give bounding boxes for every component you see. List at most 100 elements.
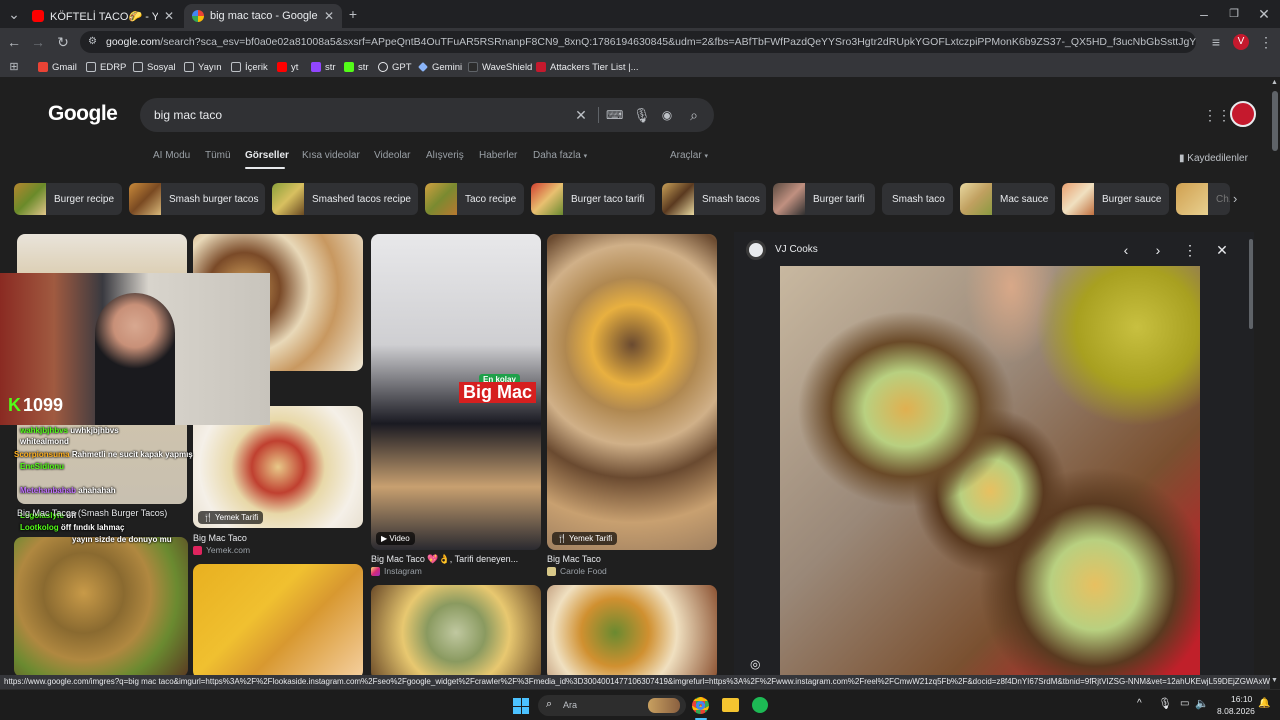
result-image-8[interactable] — [371, 585, 541, 675]
menu-kebab-icon[interactable]: ⋮ — [1258, 34, 1274, 50]
taskbar-search[interactable]: ⌕ Ara — [538, 695, 686, 716]
account-avatar[interactable] — [1230, 101, 1256, 127]
minimize-icon[interactable]: – — [1196, 6, 1212, 22]
lens-camera-icon[interactable]: ◉ — [659, 107, 675, 123]
result-image-4[interactable] — [547, 234, 717, 550]
result-title[interactable]: Big Mac Taco — [193, 533, 247, 543]
search-input[interactable]: big mac taco — [154, 108, 222, 122]
bookmark-icerik[interactable]: İçerik — [231, 60, 268, 74]
windows-start-icon[interactable] — [513, 698, 529, 714]
result-title[interactable]: Big Mac Taco — [547, 554, 601, 564]
microphone-tray-icon[interactable]: 🎙 — [1158, 697, 1172, 710]
profile-icon[interactable]: V — [1233, 34, 1249, 50]
scroll-thumb[interactable] — [1272, 91, 1278, 151]
preview-image[interactable] — [780, 266, 1200, 675]
result-source[interactable]: Carole Food — [547, 566, 607, 576]
search-icon[interactable]: ⌕ — [686, 107, 702, 123]
search-box[interactable]: big mac taco ✕ ⌨ 🎙 ◉ ⌕ — [140, 98, 714, 132]
chip-taco-recipe[interactable]: Taco recipe — [425, 183, 524, 215]
tab-all[interactable]: Tümü — [205, 150, 231, 161]
bookmark-str-kick[interactable]: str — [344, 60, 369, 74]
new-tab-icon[interactable]: + — [345, 6, 361, 22]
bookmark-sosyal[interactable]: Sosyal — [133, 60, 176, 74]
bookmark-gemini[interactable]: Gemini — [418, 60, 462, 74]
panel-site-name[interactable]: VJ Cooks — [775, 244, 818, 255]
more-options-icon[interactable]: ⋮ — [1182, 242, 1198, 259]
reload-icon[interactable]: ↻ — [55, 34, 71, 50]
chevron-right-icon[interactable]: › — [1233, 191, 1237, 206]
chip-more[interactable]: Ch... — [1176, 183, 1230, 215]
tab-google[interactable]: big mac taco - Google'da Ara ✕ — [184, 4, 342, 28]
tab-youtube[interactable]: KÖFTELİ TACO🌮 - YouTube ✕ — [24, 4, 182, 28]
site-info-icon[interactable]: ⚙ — [88, 31, 97, 53]
volume-icon[interactable]: 🔈 — [1195, 697, 1209, 710]
result-image-7[interactable] — [193, 564, 363, 675]
chip-smash-burger-tacos[interactable]: Smash burger tacos — [129, 183, 265, 215]
clock-date[interactable]: 8.08.2026 — [1217, 706, 1255, 716]
back-icon[interactable]: ← — [6, 34, 22, 50]
close-tab-icon[interactable]: ✕ — [324, 9, 334, 23]
tab-short-videos[interactable]: Kısa videolar — [302, 150, 360, 161]
chip-mac-sauce[interactable]: Mac sauce — [960, 183, 1055, 215]
chat-user: Metehanbahab — [20, 486, 77, 495]
network-icon[interactable]: ▭ — [1180, 698, 1189, 709]
result-image-5[interactable] — [14, 537, 188, 675]
tab-images[interactable]: Görseller — [245, 150, 289, 161]
restore-icon[interactable]: ❐ — [1226, 6, 1242, 22]
result-source[interactable]: Yemek.com — [193, 545, 250, 555]
scroll-down-icon[interactable]: ▼ — [1271, 677, 1278, 684]
result-image-3[interactable]: En kolay Big Mac — [371, 234, 541, 550]
google-logo[interactable]: Google — [48, 102, 118, 126]
clear-icon[interactable]: ✕ — [573, 107, 589, 123]
apps-grid-icon[interactable]: ⊞ — [6, 59, 22, 75]
spotify-icon[interactable] — [752, 697, 768, 713]
chip-smash-taco[interactable]: Smash taco — [882, 183, 953, 215]
tray-overflow-icon[interactable]: ^ — [1137, 698, 1142, 709]
tab-videos[interactable]: Videolar — [374, 150, 411, 161]
previous-icon[interactable]: ‹ — [1118, 242, 1134, 258]
forward-icon[interactable]: → — [30, 34, 46, 50]
google-apps-icon[interactable]: ⋮⋮ — [1203, 107, 1231, 123]
tools-button[interactable]: Araçlar ▾ — [670, 150, 708, 161]
notification-icon[interactable]: 🔔 — [1258, 698, 1270, 709]
tab-more[interactable]: Daha fazla ▾ — [533, 150, 587, 161]
address-bar[interactable]: ⚙ google.com/search?sca_esv=bf0a0e02a810… — [80, 31, 1196, 53]
close-icon[interactable]: ✕ — [1214, 242, 1230, 259]
bookmark-edrp[interactable]: EDRP — [86, 60, 126, 74]
reading-list-icon[interactable]: ≡ — [1208, 34, 1224, 50]
tab-shopping[interactable]: Alışveriş — [426, 150, 464, 161]
saved-button[interactable]: ▮ Kaydedilenler — [1179, 153, 1248, 164]
clock-time[interactable]: 16:10 — [1231, 694, 1252, 704]
panel-scrollbar[interactable] — [1249, 239, 1253, 329]
microphone-icon[interactable]: 🎙 — [633, 107, 651, 123]
result-title[interactable]: Big Mac Tacos (Smash Burger Tacos) — [17, 508, 167, 518]
tab-search-icon[interactable]: ⌄ — [6, 6, 22, 22]
keyboard-icon[interactable]: ⌨ — [606, 107, 623, 123]
close-tab-icon[interactable]: ✕ — [164, 9, 174, 23]
chip-burger-tarifi[interactable]: Burger tarifi — [773, 183, 875, 215]
result-source[interactable]: Instagram — [371, 566, 422, 576]
bookmark-yt[interactable]: yt — [277, 60, 298, 74]
result-title[interactable]: Big Mac Taco 💖👌, Tarifi deneyen... — [371, 554, 518, 565]
chip-burger-taco-tarifi[interactable]: Burger taco tarifi — [531, 183, 655, 215]
bookmark-waveshield[interactable]: WaveShield — [468, 60, 532, 74]
bookmark-str-twitch[interactable]: str — [311, 60, 336, 74]
close-window-icon[interactable]: ✕ — [1256, 6, 1272, 22]
bookmark-yayin[interactable]: Yayın — [184, 60, 222, 74]
lens-search-icon[interactable]: ◎ — [750, 657, 760, 671]
chrome-taskbar-icon[interactable] — [692, 697, 709, 714]
tab-news[interactable]: Haberler — [479, 150, 517, 161]
chip-burger-recipe[interactable]: Burger recipe — [14, 183, 122, 215]
bookmark-gmail[interactable]: Gmail — [38, 60, 77, 74]
bookmark-attackers[interactable]: Attackers Tier List |... — [536, 60, 639, 74]
chip-smash-tacos[interactable]: Smash tacos — [662, 183, 766, 215]
chip-smashed-tacos-recipe[interactable]: Smashed tacos recipe — [272, 183, 418, 215]
scroll-up-icon[interactable]: ▲ — [1271, 79, 1278, 86]
chip-burger-sauce[interactable]: Burger sauce — [1062, 183, 1169, 215]
tab-ai-mode[interactable]: AI Modu — [153, 150, 190, 161]
result-image-9[interactable] — [547, 585, 717, 675]
page-scrollbar[interactable]: ▲ ▼ — [1270, 79, 1280, 689]
file-explorer-icon[interactable] — [722, 698, 739, 712]
bookmark-gpt[interactable]: GPT — [378, 60, 412, 74]
next-icon[interactable]: › — [1150, 242, 1166, 258]
